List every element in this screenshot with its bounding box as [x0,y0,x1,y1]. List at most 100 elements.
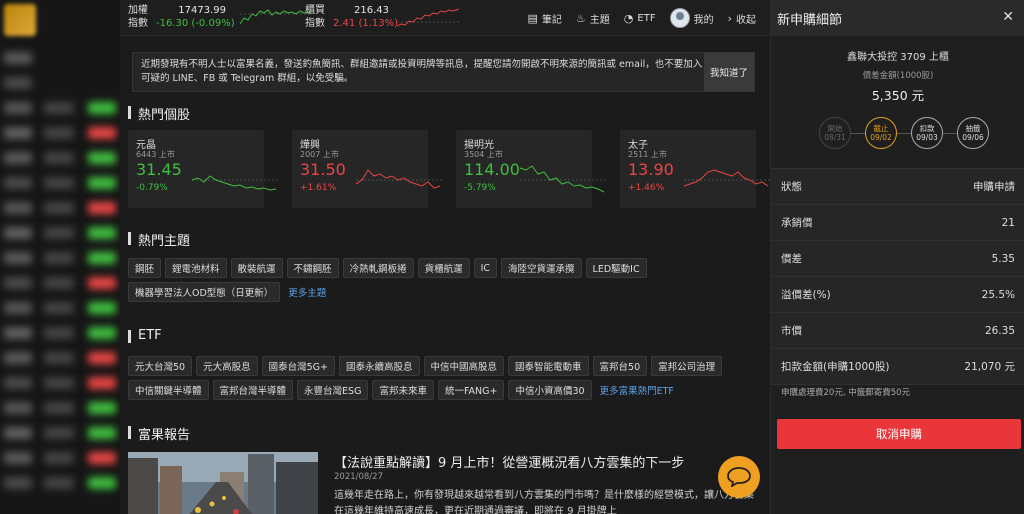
nav-collapse[interactable]: › 收起 [728,11,756,26]
report-title[interactable]: 【法說重點解讀】9 月上市！從營運概況看八方雲集的下一步 [334,452,684,471]
report-excerpt: 這幾年走在路上，你有發現越來越常看到八方雲集的門市嗎？是什麼樣的經營模式，讓八方… [334,490,754,514]
blurred-row-price [44,227,74,239]
index-value: 216.43 [354,5,389,16]
theme-tag[interactable]: 貨櫃航運 [417,258,470,278]
etf-tag[interactable]: 富邦公司治理 [651,356,723,376]
hot-stock-card[interactable]: 揚明光 3504 上市 114.00 -5.79% [456,130,606,208]
nav-mine[interactable]: 我的 [669,8,714,28]
blurred-row-change [88,302,116,314]
detail-value: 21,070 元 [964,361,1015,373]
nav-themes[interactable]: ♨ 主題 [576,11,610,26]
blurred-row-change [88,402,116,414]
blurred-row-change [88,352,116,364]
etf-tag[interactable]: 中信關鍵半導體 [128,380,209,400]
detail-label: 承銷價 [781,217,813,229]
detail-value: 申購申請 [973,181,1015,193]
blurred-row-price [44,127,74,139]
blurred-row-change [88,102,116,114]
theme-tag[interactable]: 鋰電池材料 [165,258,227,278]
city-street-image [128,452,318,514]
more-etf-link[interactable]: 更多富果熱門ETF [600,380,674,400]
theme-tag[interactable]: LED驅動IC [585,258,647,278]
index-taiex[interactable]: 加權 指數 17473.99 -16.30 (-0.09%) [128,4,310,30]
blurred-row-price [44,177,74,189]
blurred-row-name [4,177,32,189]
etf-tag[interactable]: 元大高股息 [196,356,258,376]
blurred-row-change [88,252,116,264]
blurred-row-change [88,127,116,139]
detail-value: 26.35 [984,324,1015,337]
blurred-row-price [44,102,74,114]
hot-stock-card[interactable]: 燁興 2007 上市 31.50 +1.61% [292,130,442,208]
etf-tag[interactable]: 國泰台灣5G+ [261,356,335,376]
cancel-subscription-button[interactable]: 取消申購 [777,419,1021,449]
theme-tag[interactable]: 海陸空貨運承攬 [501,258,582,278]
theme-tag[interactable]: 鋼胚 [128,258,162,278]
etf-tag[interactable]: 元大台灣50 [128,356,193,376]
blurred-row-name [4,252,32,264]
diff-amount-label: 價差金額(1000股) [862,71,934,81]
hot-stock-card[interactable]: 太子 2511 上市 13.90 +1.46% [620,130,770,208]
subscription-detail-panel: 新申購細節 ✕ 鑫聯大投控 3709 上櫃 價差金額(1000股) 5,350 … [770,0,1024,514]
notice-text: 近期發現有不明人士以富果名義，發送釣魚簡訊、群組邀請或投資明牌等訊息，提醒您請勿… [141,59,703,84]
detail-value: 5.35 [991,252,1015,265]
nav-etf[interactable]: ◔ ETF [624,12,656,25]
etf-tag[interactable]: 永豐台灣ESG [297,380,369,400]
timeline-connector [943,133,957,134]
flame-icon: ♨ [575,11,586,25]
theme-tag[interactable]: 機器學習法人OD型態（日更新） [128,282,281,302]
index-otc[interactable]: 櫃買 指數 216.43 2.41 (1.13%) [305,4,459,30]
top-bar: 加權 指數 17473.99 -16.30 (-0.09%) 櫃買 指數 216… [120,0,770,36]
index-sparkline [240,9,310,25]
panel-title: 新申購細節 [777,12,843,28]
chat-button[interactable] [718,456,760,498]
etf-tag[interactable]: 富邦台灣半導體 [212,380,294,400]
step-date: 08/31 [824,133,846,142]
blurred-row-name [4,377,32,389]
stock-code: 3504 上市 [464,150,503,159]
index-name: 櫃買 [305,5,325,16]
notice-dismiss-button[interactable]: 我知道了 [704,53,754,91]
section-title-hot-themes: 熱門主題 [128,230,190,249]
etf-tag[interactable]: 中信中國高股息 [423,356,505,376]
index-name: 加權 [128,5,148,16]
blurred-row-name [4,327,32,339]
theme-tag[interactable]: 冷熱軋鋼板捲 [342,258,414,278]
etf-tag[interactable]: 統一FANG+ [437,380,505,400]
theme-tags: 鋼胚 鋰電池材料 散裝航運 不鏽鋼胚 冷熱軋鋼板捲 貨櫃航運 IC 海陸空貨運承攬 LED驅動I… [128,258,758,306]
panel-header: 新申購細節 ✕ [771,0,1024,36]
left-sidebar [0,0,120,514]
etf-tag[interactable]: 中信小資高價30 [508,380,592,400]
stock-change: +1.46% [628,183,665,193]
blurred-row-name [4,227,32,239]
blurred-row-price [44,402,74,414]
etf-tag[interactable]: 國泰智能電動車 [508,356,589,376]
detail-label: 溢價差(%) [781,289,831,301]
stock-price: 13.90 [628,160,674,179]
scam-notice: 近期發現有不明人士以富果名義，發送釣魚簡訊、群組邀請或投資明牌等訊息，提醒您請勿… [132,52,755,92]
blurred-row-price [44,202,74,214]
nav-notes[interactable]: ▤ 筆記 [528,11,562,26]
hot-stock-card[interactable]: 元晶 6443 上市 31.45 -0.79% [128,130,278,208]
etf-tag[interactable]: 國泰永續高股息 [338,356,420,376]
etf-tag[interactable]: 富邦台50 [592,356,648,376]
stock-price: 31.50 [300,160,346,179]
detail-label: 市價 [781,325,802,337]
blurred-row-change [88,227,116,239]
blurred-row-price [44,377,74,389]
blurred-row-change [88,177,116,189]
blurred-row-price [44,352,74,364]
theme-tag[interactable]: 散裝航運 [230,258,283,278]
theme-tag[interactable]: IC [473,258,498,278]
stock-price: 31.45 [136,160,182,179]
more-themes-link[interactable]: 更多主題 [288,282,326,302]
stock-change: +1.61% [300,183,337,193]
timeline-steps: 開始 08/31 截止 09/02 扣款 09/03 抽籤 09/06 [819,117,989,149]
close-icon[interactable]: ✕ [1002,9,1014,25]
blurred-row-name [4,202,32,214]
diff-amount-value: 5,350 元 [871,88,925,103]
section-title-etf: ETF [128,328,162,343]
report-thumbnail[interactable] [128,452,318,514]
theme-tag[interactable]: 不鏽鋼胚 [286,258,339,278]
etf-tag[interactable]: 富邦未來車 [372,380,434,400]
